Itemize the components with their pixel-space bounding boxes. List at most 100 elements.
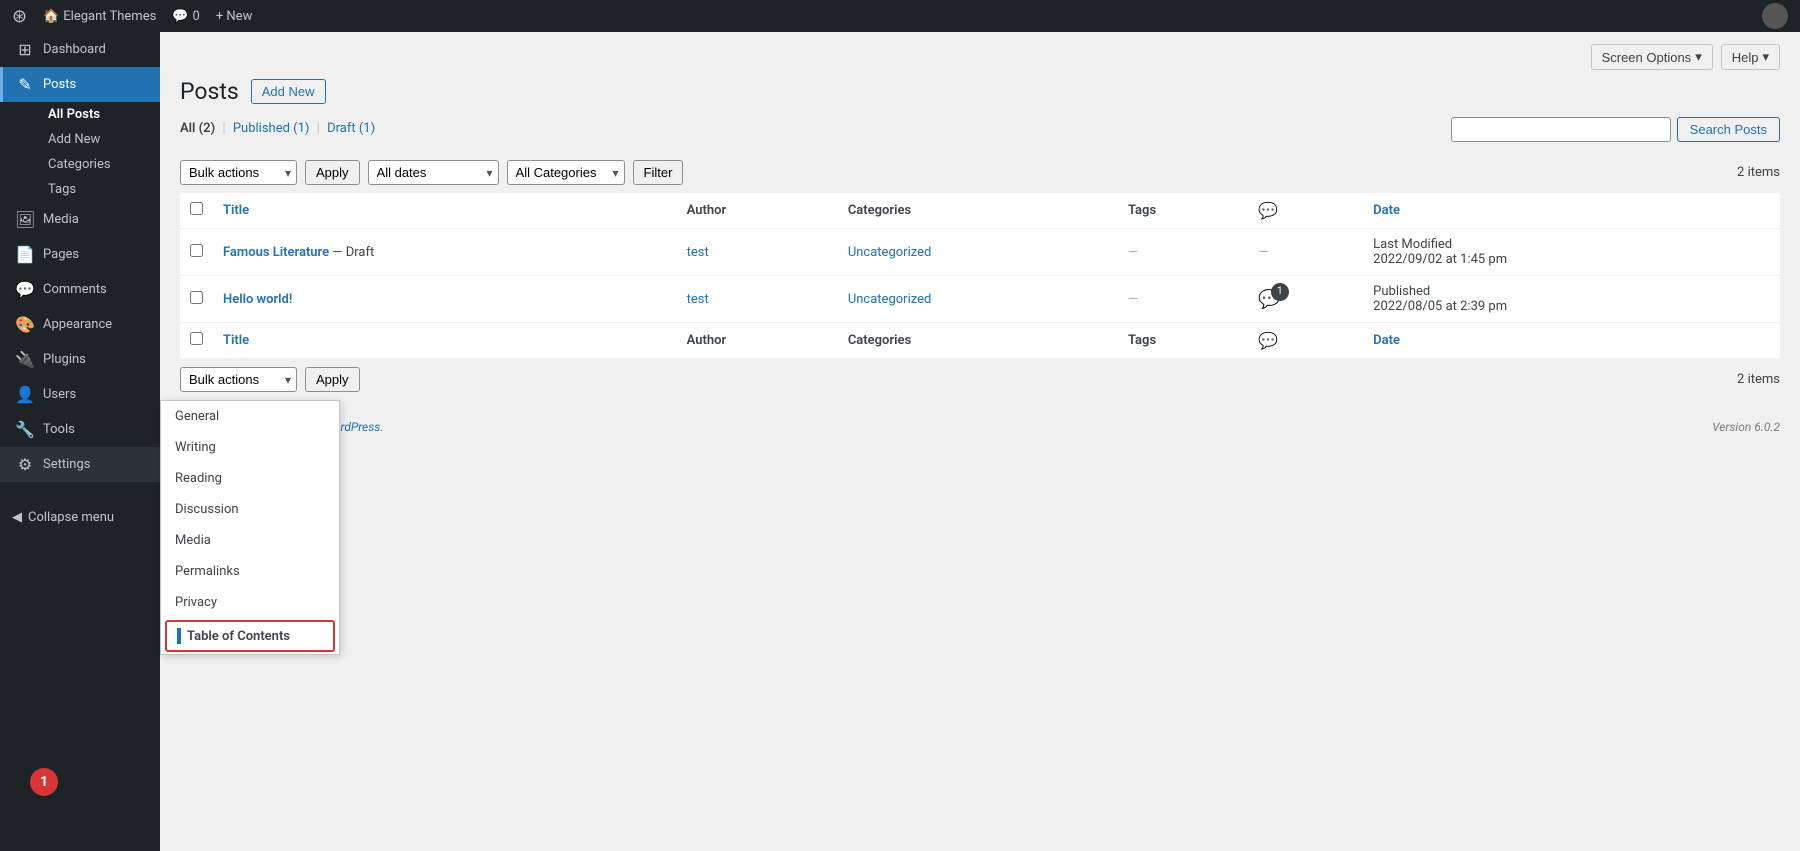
layout: ⊞ Dashboard ✎ Posts All Posts Add New Ca… (0, 32, 1800, 851)
site-name[interactable]: 🏠 Elegant Themes (43, 9, 156, 24)
post-title-cell-1: Famous Literature — Draft (213, 229, 677, 276)
sidebar-item-plugins[interactable]: 🔌 Plugins (0, 342, 160, 377)
category-link-1[interactable]: Uncategorized (848, 245, 931, 260)
col-tags-bottom: Tags (1118, 323, 1248, 359)
table-row: Hello world! test Uncategorized — (180, 276, 1780, 323)
sidebar-item-all-posts[interactable]: All Posts (36, 102, 160, 127)
pages-icon: 📄 (15, 245, 35, 264)
col-author: Author (677, 193, 838, 229)
col-title-bottom[interactable]: Title (213, 323, 677, 359)
category-link-2[interactable]: Uncategorized (848, 292, 931, 307)
row-checkbox-2[interactable] (190, 291, 203, 304)
tools-icon: 🔧 (15, 420, 35, 439)
top-toolbar: Bulk actions Edit Move to Trash Apply Al… (180, 160, 1780, 185)
settings-menu-media[interactable]: Media (161, 525, 339, 556)
post-categories-cell-1: Uncategorized (838, 229, 1118, 276)
comment-bubble-icon: 💬 (1258, 201, 1278, 220)
table-footer-row: Title Author Categories Tags 💬 (180, 323, 1780, 359)
main-content: Screen Options ▾ Help ▾ Posts Add New Al… (160, 32, 1800, 851)
sidebar-item-comments[interactable]: 💬 Comments (0, 272, 160, 307)
col-date[interactable]: Date (1363, 193, 1780, 229)
dates-wrapper: All dates September 2022 August 2022 (368, 160, 499, 185)
sidebar-item-tools[interactable]: 🔧 Tools (0, 412, 160, 447)
filter-published[interactable]: Published (1) (233, 121, 310, 136)
select-all-checkbox[interactable] (190, 202, 203, 215)
screen-options-button[interactable]: Screen Options ▾ (1591, 44, 1713, 70)
sidebar-item-dashboard[interactable]: ⊞ Dashboard (0, 32, 160, 67)
settings-icon: ⚙ (15, 455, 35, 474)
new-content-link[interactable]: + New (216, 9, 253, 24)
comment-badge-wrapper[interactable]: 💬 1 (1258, 289, 1280, 310)
wp-logo-icon[interactable]: ⊛ (12, 6, 27, 27)
post-date-cell-2: Published 2022/08/05 at 2:39 pm (1363, 276, 1780, 323)
row-checkbox-1[interactable] (190, 244, 203, 257)
categories-select[interactable]: All Categories Uncategorized (507, 160, 625, 185)
admin-bar: ⊛ 🏠 Elegant Themes 💬 0 + New (0, 0, 1800, 32)
sidebar-item-add-new[interactable]: Add New (36, 127, 160, 152)
bottom-toolbar: Bulk actions Edit Move to Trash Apply 2 … (180, 367, 1780, 392)
bottom-bulk-wrapper: Bulk actions Edit Move to Trash (180, 367, 297, 392)
collapse-icon: ◀ (12, 510, 22, 525)
sidebar-item-settings[interactable]: ⚙ Settings (0, 447, 160, 482)
sidebar-item-categories[interactable]: Categories (36, 152, 160, 177)
posts-table: Title Author Categories Tags 💬 (180, 193, 1780, 359)
dashboard-icon: ⊞ (15, 40, 35, 59)
appearance-icon: 🎨 (15, 315, 35, 334)
post-author-cell-2: test (677, 276, 838, 323)
help-chevron-icon: ▾ (1762, 49, 1769, 65)
settings-menu-general[interactable]: General (161, 401, 339, 432)
apply-button[interactable]: Apply (305, 160, 360, 185)
sidebar-item-appearance[interactable]: 🎨 Appearance (0, 307, 160, 342)
filter-draft[interactable]: Draft (1) (327, 121, 375, 136)
filter-all[interactable]: All (2) (180, 121, 215, 136)
comment-icon: 💬 (172, 9, 188, 24)
col-date-bottom[interactable]: Date (1363, 323, 1780, 359)
comment-bubble-bottom-icon: 💬 (1258, 331, 1278, 350)
post-categories-cell-2: Uncategorized (838, 276, 1118, 323)
posts-icon: ✎ (15, 75, 35, 94)
help-button[interactable]: Help ▾ (1721, 44, 1780, 70)
settings-menu-writing[interactable]: Writing (161, 432, 339, 463)
post-comments-cell-2: 💬 1 (1248, 276, 1363, 323)
settings-menu-table-of-contents[interactable]: Table of Contents (165, 620, 335, 652)
sidebar-item-posts[interactable]: ✎ Posts (0, 67, 160, 102)
table-header-row: Title Author Categories Tags 💬 (180, 193, 1780, 229)
settings-dropdown-menu: General Writing Reading Discussion Media… (160, 400, 340, 655)
filter-button[interactable]: Filter (633, 160, 684, 185)
settings-menu-permalinks[interactable]: Permalinks (161, 556, 339, 587)
author-link-2[interactable]: test (687, 292, 709, 307)
top-right-bar: Screen Options ▾ Help ▾ (180, 44, 1780, 70)
media-icon: 🖼 (15, 210, 35, 229)
sidebar-item-tags[interactable]: Tags (36, 177, 160, 202)
sidebar-item-media[interactable]: 🖼 Media (0, 202, 160, 237)
post-tags-cell-1: — (1118, 229, 1248, 276)
post-author-cell-1: test (677, 229, 838, 276)
avatar[interactable] (1762, 3, 1788, 29)
col-author-bottom: Author (677, 323, 838, 359)
post-title-link-1[interactable]: Famous Literature (223, 245, 332, 260)
search-row: Search Posts (1451, 117, 1780, 142)
table-row: Famous Literature — Draft test Uncategor… (180, 229, 1780, 276)
sidebar-item-users[interactable]: 👤 Users (0, 377, 160, 412)
author-link-1[interactable]: test (687, 245, 709, 260)
comments-link[interactable]: 💬 0 (172, 9, 200, 24)
add-new-button[interactable]: Add New (251, 79, 326, 104)
settings-menu-reading[interactable]: Reading (161, 463, 339, 494)
search-posts-button[interactable]: Search Posts (1677, 117, 1780, 142)
search-input[interactable] (1451, 117, 1671, 142)
comments-nav-icon: 💬 (15, 280, 35, 299)
col-title[interactable]: Title (213, 193, 677, 229)
bottom-apply-button[interactable]: Apply (305, 367, 360, 392)
dates-select[interactable]: All dates September 2022 August 2022 (368, 160, 499, 185)
settings-menu-privacy[interactable]: Privacy (161, 587, 339, 618)
bottom-bulk-select[interactable]: Bulk actions Edit Move to Trash (180, 367, 297, 392)
select-all-checkbox-bottom[interactable] (190, 332, 203, 345)
bulk-actions-select[interactable]: Bulk actions Edit Move to Trash (180, 160, 297, 185)
post-title-link-2[interactable]: Hello world! (223, 292, 292, 307)
settings-menu-discussion[interactable]: Discussion (161, 494, 339, 525)
page-title-row: Posts Add New (180, 78, 1780, 105)
sidebar-item-pages[interactable]: 📄 Pages (0, 237, 160, 272)
post-tags-cell-2: — (1118, 276, 1248, 323)
home-icon: 🏠 (43, 9, 59, 24)
collapse-menu-button[interactable]: ◀ Collapse menu (0, 502, 160, 533)
